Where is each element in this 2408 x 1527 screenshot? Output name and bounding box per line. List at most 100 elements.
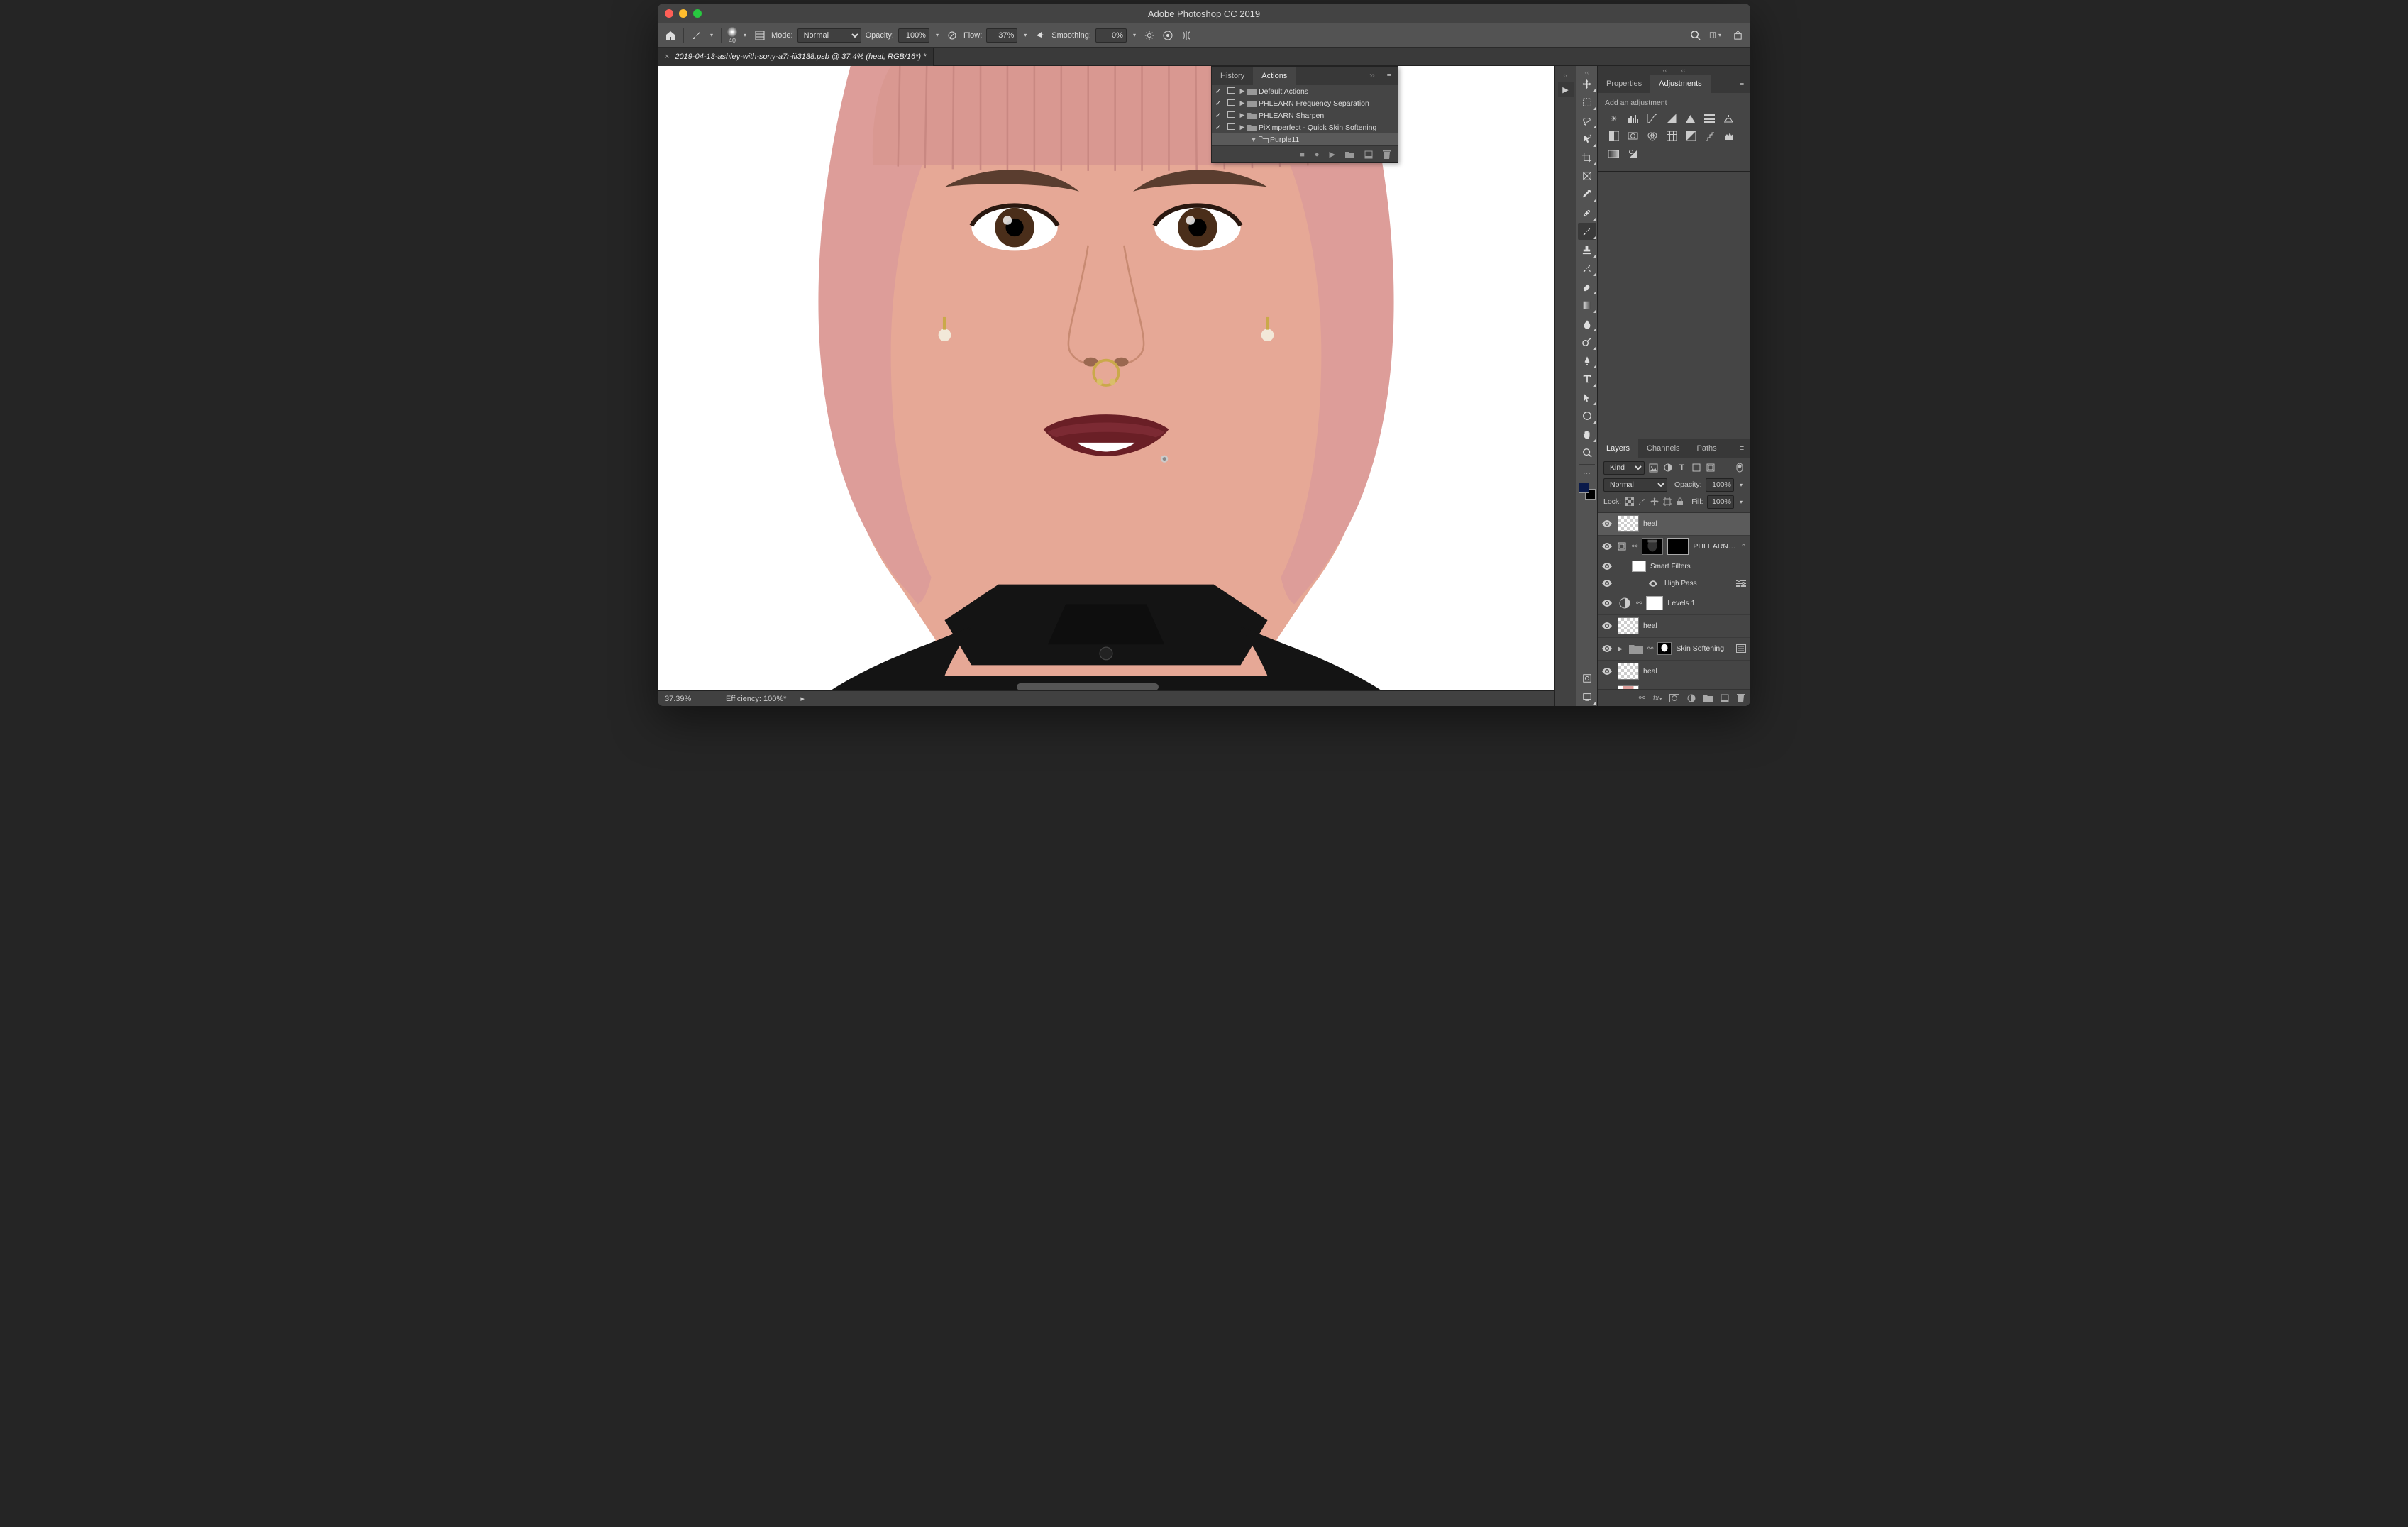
- bw-adj-icon[interactable]: [1608, 131, 1620, 142]
- smoothing-dropdown[interactable]: ▾: [1131, 32, 1138, 38]
- lock-image-icon[interactable]: [1637, 497, 1647, 507]
- opacity-dropdown[interactable]: ▾: [934, 32, 941, 38]
- layer-fill-dropdown[interactable]: ▾: [1738, 499, 1745, 505]
- layer-blend-mode[interactable]: Normal: [1603, 478, 1667, 492]
- symmetry-icon[interactable]: [1179, 28, 1193, 43]
- layers-tab[interactable]: Layers: [1598, 439, 1638, 458]
- heal-tool[interactable]: [1578, 204, 1596, 221]
- lasso-tool[interactable]: [1578, 112, 1596, 129]
- zoom-field[interactable]: 37.39%: [665, 695, 712, 703]
- mask-thumbnail[interactable]: [1667, 538, 1689, 555]
- layer-opacity-field[interactable]: 100%: [1706, 478, 1734, 492]
- blend-mode-select[interactable]: Normal: [797, 28, 861, 43]
- delete-action-icon[interactable]: [1383, 150, 1391, 159]
- quick-select-tool[interactable]: [1578, 131, 1596, 148]
- gradient-tool[interactable]: [1578, 297, 1596, 314]
- selectivecolor-adj-icon[interactable]: [1627, 148, 1639, 160]
- posterize-adj-icon[interactable]: [1703, 131, 1716, 142]
- brightness-adj-icon[interactable]: ☀: [1608, 113, 1620, 124]
- action-dialog-toggle[interactable]: [1225, 87, 1237, 96]
- mask-thumbnail[interactable]: [1646, 596, 1663, 610]
- quickmask-icon[interactable]: [1578, 670, 1596, 687]
- pressure-opacity-icon[interactable]: [945, 28, 959, 43]
- action-disclosure[interactable]: ▶: [1237, 87, 1247, 95]
- group-disclosure[interactable]: ▶: [1618, 645, 1625, 653]
- action-dialog-toggle[interactable]: [1225, 111, 1237, 120]
- new-action-icon[interactable]: [1364, 150, 1373, 159]
- stamp-tool[interactable]: [1578, 241, 1596, 258]
- lock-all-icon[interactable]: [1675, 497, 1684, 507]
- filter-smart-icon[interactable]: [1705, 463, 1716, 473]
- eyedropper-tool[interactable]: [1578, 186, 1596, 203]
- share-icon[interactable]: [1730, 28, 1745, 43]
- collapse-panel-icon[interactable]: ››: [1364, 67, 1381, 85]
- layer-row[interactable]: ▶⚯Skin Softening: [1598, 638, 1750, 661]
- action-disclosure[interactable]: ▼: [1249, 136, 1259, 143]
- history-brush-tool[interactable]: [1578, 260, 1596, 277]
- horizontal-scrollbar[interactable]: [1017, 683, 1159, 690]
- smoothing-options-icon[interactable]: [1142, 28, 1156, 43]
- lock-transparency-icon[interactable]: [1625, 497, 1634, 507]
- fx-icon[interactable]: [1736, 644, 1746, 653]
- action-dialog-toggle[interactable]: [1225, 123, 1237, 132]
- record-action-icon[interactable]: ●: [1315, 150, 1320, 159]
- edit-toolbar-icon[interactable]: ⋯: [1578, 468, 1596, 478]
- levels-adj-icon[interactable]: [1627, 113, 1639, 124]
- zoom-tool[interactable]: [1578, 444, 1596, 461]
- layer-name[interactable]: Levels 1: [1667, 599, 1746, 607]
- action-dialog-toggle[interactable]: [1225, 99, 1237, 108]
- lock-position-icon[interactable]: [1650, 497, 1659, 507]
- close-tab-icon[interactable]: ×: [665, 53, 669, 61]
- screenmode-icon[interactable]: [1578, 688, 1596, 705]
- vibrance-adj-icon[interactable]: [1684, 113, 1696, 124]
- foreground-color-swatch[interactable]: [1579, 483, 1589, 493]
- layer-name[interactable]: High Pass: [1664, 580, 1732, 588]
- visibility-toggle[interactable]: [1602, 580, 1613, 587]
- visibility-toggle[interactable]: [1602, 622, 1613, 629]
- filter-shape-icon[interactable]: [1691, 463, 1701, 473]
- layer-name[interactable]: heal: [1643, 667, 1746, 676]
- layer-name[interactable]: heal: [1643, 519, 1746, 528]
- visibility-toggle[interactable]: [1602, 645, 1613, 652]
- panel-menu-icon[interactable]: ≡: [1381, 67, 1398, 85]
- brush-preview-icon[interactable]: [727, 27, 737, 37]
- action-disclosure[interactable]: ▶: [1237, 123, 1247, 131]
- canvas[interactable]: History Actions ›› ≡ ✓▶Default Actions✓▶…: [658, 66, 1554, 690]
- pen-tool[interactable]: [1578, 352, 1596, 369]
- new-group-icon[interactable]: [1703, 694, 1713, 702]
- visibility-toggle[interactable]: [1602, 668, 1613, 675]
- invert-adj-icon[interactable]: [1684, 131, 1696, 142]
- new-adj-layer-icon[interactable]: [1687, 694, 1696, 702]
- layer-name[interactable]: heal: [1643, 622, 1746, 630]
- add-mask-icon[interactable]: [1669, 694, 1679, 702]
- layer-name[interactable]: PHLEARN Sharpen +1: [1693, 542, 1736, 551]
- mask-thumbnail[interactable]: [1657, 642, 1672, 655]
- airbrush-icon[interactable]: [1033, 28, 1047, 43]
- filter-pixel-icon[interactable]: [1648, 463, 1659, 473]
- history-tab[interactable]: History: [1212, 67, 1253, 85]
- visibility-toggle[interactable]: [1602, 520, 1613, 527]
- new-layer-icon[interactable]: [1721, 694, 1729, 702]
- delete-layer-icon[interactable]: [1737, 694, 1745, 702]
- link-layers-icon[interactable]: ⚯: [1639, 693, 1645, 702]
- filter-visibility[interactable]: [1649, 580, 1660, 587]
- properties-tab[interactable]: Properties: [1598, 75, 1650, 93]
- smart-collapse[interactable]: ⌃: [1740, 543, 1746, 551]
- brush-tool-icon[interactable]: [690, 28, 704, 43]
- paths-tab[interactable]: Paths: [1689, 439, 1725, 458]
- colorbalance-adj-icon[interactable]: [1723, 113, 1735, 124]
- filter-type-icon[interactable]: T: [1677, 463, 1687, 473]
- crop-tool[interactable]: [1578, 149, 1596, 166]
- opacity-field[interactable]: 100%: [898, 28, 929, 43]
- adj-icon-thumbnail[interactable]: [1618, 595, 1632, 612]
- action-row[interactable]: ✓▶PiXimperfect - Quick Skin Softening: [1212, 121, 1398, 133]
- layer-row[interactable]: heal: [1598, 615, 1750, 638]
- layer-thumbnail[interactable]: [1642, 538, 1663, 555]
- layer-row[interactable]: start: [1598, 683, 1750, 690]
- eraser-tool[interactable]: [1578, 278, 1596, 295]
- tool-preset-dropdown[interactable]: ▾: [708, 32, 715, 38]
- action-toggle-check[interactable]: ✓: [1212, 87, 1225, 96]
- action-toggle-check[interactable]: ✓: [1212, 123, 1225, 132]
- action-disclosure[interactable]: ▶: [1237, 111, 1247, 119]
- type-tool[interactable]: [1578, 370, 1596, 387]
